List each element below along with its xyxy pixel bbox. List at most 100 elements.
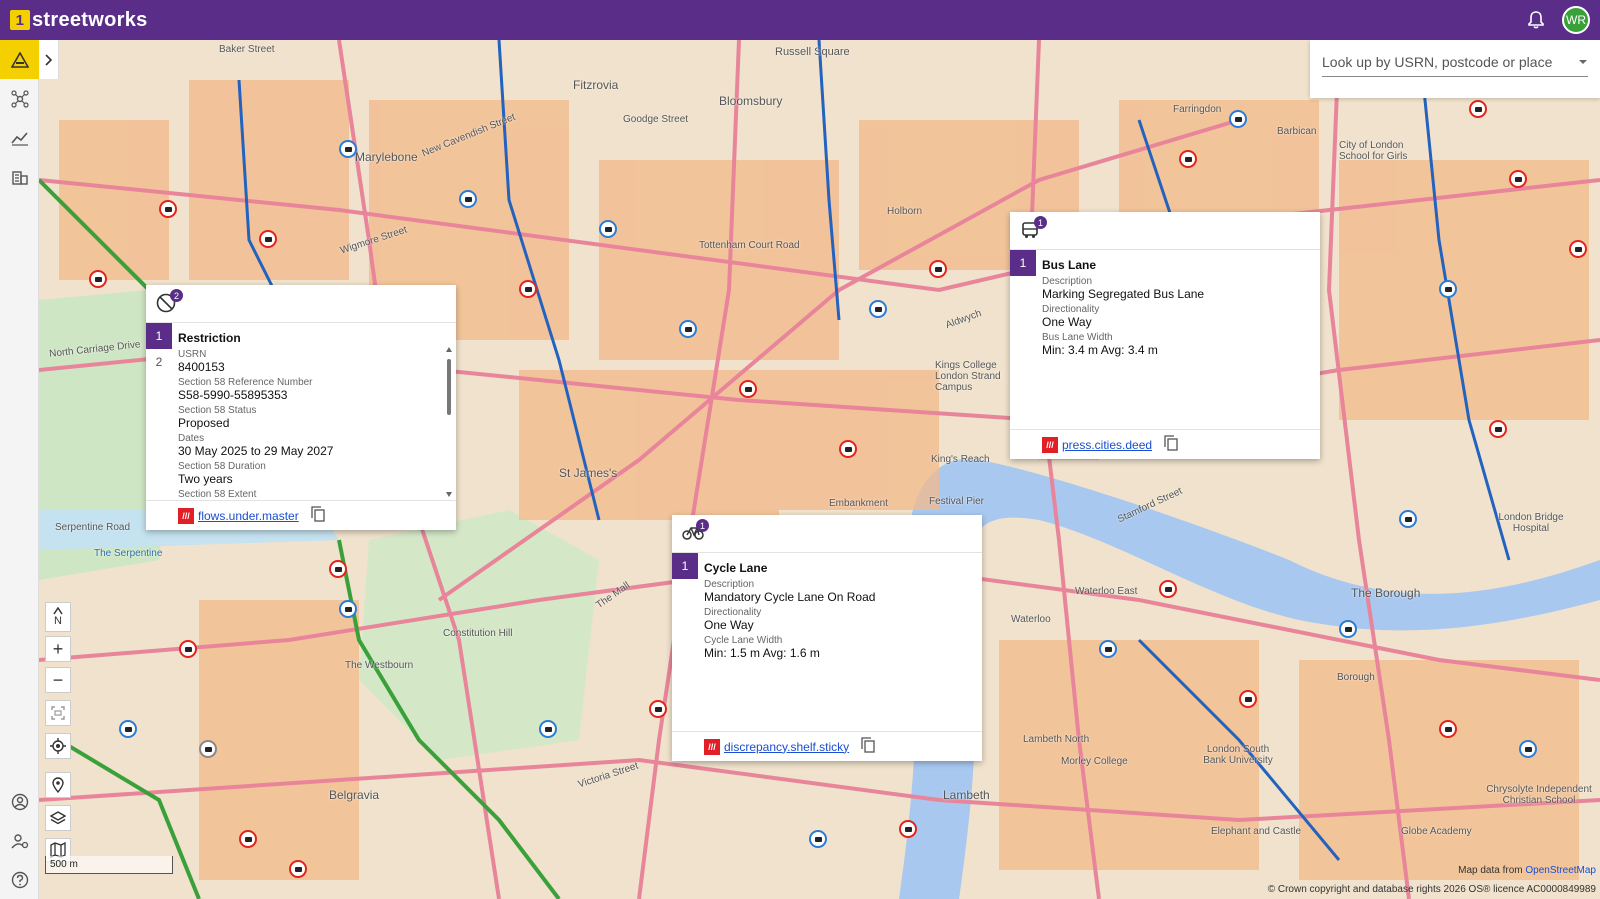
layers-icon[interactable] [45,805,71,831]
bus-lane-marker[interactable] [339,140,357,158]
map-label: The Serpentine [94,548,163,559]
buildings-icon[interactable] [0,157,39,196]
bus-lane-marker[interactable] [679,320,697,338]
bus-lane-marker[interactable] [1519,740,1537,758]
restriction-marker[interactable] [899,820,917,838]
notifications-bell-icon[interactable] [1516,0,1556,40]
restriction-marker[interactable] [1469,100,1487,118]
map-label: Russell Square [775,46,850,58]
map-label: Morley College [1061,756,1128,767]
search-input[interactable]: Look up by USRN, postcode or place [1322,54,1552,70]
bus-lane-popup: 1 1 Bus Lane Description Marking Segrega… [1010,212,1320,459]
restriction-marker[interactable] [289,860,307,878]
bus-lane-marker[interactable] [1399,510,1417,528]
restriction-marker[interactable] [329,560,347,578]
app-logo[interactable]: 1 streetworks [10,9,148,32]
user-settings-icon[interactable] [0,821,39,860]
bus-lane-marker[interactable] [539,720,557,738]
restriction-marker[interactable] [1159,580,1177,598]
what3words-link[interactable]: flows.under.master [198,509,299,523]
openstreetmap-link[interactable]: OpenStreetMap [1525,865,1596,876]
field-value: Min: 1.5 m Avg: 1.6 m [704,646,820,660]
popup-count-badge: 2 [170,289,183,302]
feature-tab[interactable]: 2 [146,349,172,375]
bus-lane-marker[interactable] [869,300,887,318]
map-label: Fitzrovia [573,78,619,92]
restriction-marker[interactable] [839,440,857,458]
roadworks-layer-icon[interactable] [0,40,39,79]
popup-scrollbar[interactable] [446,347,452,497]
popup-title: Restriction [178,331,241,345]
what3words-logo: /// [704,738,720,755]
left-toolbar [0,40,39,899]
bus-lane-marker[interactable] [339,600,357,618]
bus-lane-marker[interactable] [1339,620,1357,638]
restriction-marker[interactable] [239,830,257,848]
feature-tab[interactable]: 1 [146,323,172,349]
map-label: Lambeth [943,788,990,802]
other-marker[interactable] [199,740,217,758]
analytics-icon[interactable] [0,118,39,157]
restriction-marker[interactable] [1569,240,1587,258]
map-label: Embankment [829,498,888,509]
restriction-marker[interactable] [929,260,947,278]
restriction-marker[interactable] [259,230,277,248]
copy-icon[interactable] [311,506,325,525]
bus-lane-marker[interactable] [1099,640,1117,658]
field-value: Proposed [178,416,230,430]
restriction-marker[interactable] [159,200,177,218]
field-value: S58-5990-55895353 [178,388,288,402]
field-label: USRN [178,349,207,360]
copy-icon[interactable] [861,737,875,756]
zoom-out-button[interactable]: − [45,667,71,693]
map-label: London Bridge Hospital [1498,512,1564,534]
map-label: London South Bank University [1203,744,1273,766]
restriction-marker[interactable] [1239,690,1257,708]
popup-title: Bus Lane [1042,258,1097,272]
zoom-in-button[interactable]: + [45,636,71,662]
map-label: Chrysolyte Independent Christian School [1486,784,1592,806]
account-icon[interactable] [0,782,39,821]
bus-lane-marker[interactable] [1439,280,1457,298]
fit-extent-icon[interactable] [45,700,71,726]
bus-lane-marker[interactable] [459,190,477,208]
map-label: Constitution Hill [443,628,513,639]
restriction-marker[interactable] [649,700,667,718]
dropdown-arrow-icon[interactable] [1578,54,1588,70]
what3words-link[interactable]: discrepancy.shelf.sticky [724,740,849,754]
map-label: Barbican [1277,126,1317,137]
user-avatar[interactable]: WR [1562,6,1590,34]
compass-north-button[interactable]: N [45,602,71,632]
feature-tab[interactable]: 1 [1010,250,1036,276]
field-value: 8400153 [178,360,225,374]
feature-tabs: 1 2 [146,323,172,500]
map-label: Baker Street [219,44,275,55]
bus-lane-marker[interactable] [119,720,137,738]
field-label: Description [704,579,755,590]
restriction-marker[interactable] [179,640,197,658]
network-icon[interactable] [0,79,39,118]
field-value: 30 May 2025 to 29 May 2027 [178,444,334,458]
expand-panel-chevron-icon[interactable] [39,40,59,79]
restriction-marker[interactable] [1179,150,1197,168]
restriction-marker[interactable] [739,380,757,398]
help-icon[interactable] [0,860,39,899]
map-label: Serpentine Road [55,522,131,533]
location-search[interactable]: Look up by USRN, postcode or place [1310,40,1600,98]
copy-icon[interactable] [1164,435,1178,454]
what3words-link[interactable]: press.cities.deed [1062,438,1152,452]
popup-title: Cycle Lane [704,561,768,575]
restriction-marker[interactable] [1439,720,1457,738]
restriction-marker[interactable] [1509,170,1527,188]
locate-me-icon[interactable] [45,733,71,759]
drop-pin-icon[interactable] [45,772,71,798]
bus-lane-marker[interactable] [1229,110,1247,128]
map-label: Belgravia [329,788,380,802]
bus-lane-marker[interactable] [809,830,827,848]
map-label: Globe Academy [1401,826,1472,837]
bus-lane-marker[interactable] [599,220,617,238]
restriction-marker[interactable] [1489,420,1507,438]
restriction-marker[interactable] [519,280,537,298]
restriction-marker[interactable] [89,270,107,288]
feature-tab[interactable]: 1 [672,553,698,579]
